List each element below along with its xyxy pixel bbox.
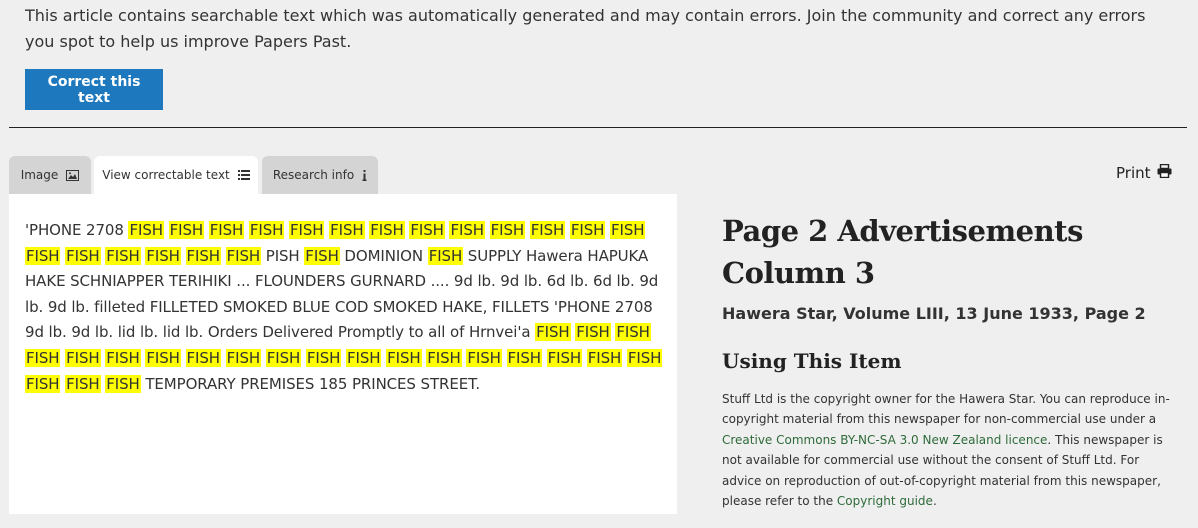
highlighted-term: FISH	[168, 221, 205, 239]
highlighted-term: FISH	[105, 348, 141, 367]
highlighted-term: FISH	[225, 348, 262, 367]
article-text-run: DOMINION	[339, 246, 428, 265]
article-text-run	[502, 349, 507, 367]
highlighted-term: FISH	[145, 348, 181, 367]
article-text-run	[164, 221, 169, 239]
highlighted-term: FISH	[304, 246, 340, 265]
highlighted-term: FISH	[329, 221, 365, 239]
highlighted-term: FISH	[65, 246, 101, 265]
article-text-run	[181, 247, 186, 265]
info-icon	[362, 169, 367, 181]
tab-image[interactable]: Image	[9, 156, 91, 194]
article-text-run	[221, 349, 226, 367]
highlighted-term: FISH	[575, 323, 611, 342]
highlighted-term: FISH	[25, 246, 61, 265]
highlighted-term: FISH	[65, 374, 101, 393]
highlighted-term: FISH	[208, 221, 245, 239]
highlighted-term: FISH	[626, 348, 663, 367]
correct-text-button[interactable]: Correct this text	[25, 69, 163, 110]
article-text-run: 'PHONE 2708	[25, 221, 129, 239]
highlighted-term: FISH	[145, 246, 181, 265]
highlighted-term: FISH	[225, 246, 262, 265]
list-icon	[237, 170, 250, 180]
article-text-run	[485, 221, 490, 239]
highlighted-term: FISH	[386, 348, 422, 367]
printer-icon	[1157, 163, 1172, 182]
ocr-notice: This article contains searchable text wh…	[25, 6, 1146, 51]
article-text: 'PHONE 2708 FISH FISH FISH FISH FISH FIS…	[25, 218, 670, 397]
highlighted-term: FISH	[369, 221, 405, 239]
print-label: Print	[1116, 164, 1151, 182]
divider	[9, 127, 1187, 128]
tab-research-info[interactable]: Research info	[262, 156, 378, 194]
article-text-run	[542, 349, 547, 367]
highlighted-term: FISH	[65, 348, 101, 367]
using-this-item-heading: Using This Item	[722, 349, 902, 373]
rights-statement: Stuff Ltd is the copyright owner for the…	[722, 389, 1182, 511]
copyright-guide-link[interactable]: Copyright guide	[837, 494, 933, 508]
rights-text: .	[932, 494, 937, 509]
tab-label: Image	[20, 168, 59, 182]
highlighted-term: FISH	[427, 246, 464, 265]
highlighted-term: FISH	[185, 246, 221, 265]
rights-text: Stuff Ltd is the copyright owner for the…	[722, 392, 1170, 427]
highlighted-term: FISH	[466, 348, 502, 367]
highlighted-term: FISH	[609, 221, 646, 239]
highlighted-term: FISH	[586, 348, 623, 367]
licence-link[interactable]: Creative Commons BY-NC-SA 3.0 New Zealan…	[722, 433, 1047, 447]
highlighted-term: FISH	[105, 246, 141, 265]
highlighted-term: FISH	[305, 348, 342, 367]
highlighted-term: FISH	[25, 374, 61, 393]
highlighted-term: FISH	[546, 348, 583, 367]
tab-label: View correctable text	[102, 168, 230, 182]
article-text-run: PISH	[261, 246, 305, 265]
highlighted-term: FISH	[346, 348, 382, 367]
highlighted-term: FISH	[185, 348, 221, 367]
highlighted-term: FISH	[265, 348, 302, 367]
highlighted-term: FISH	[128, 221, 164, 239]
highlighted-term: FISH	[529, 221, 566, 239]
article-text-run	[221, 247, 226, 265]
tab-correctable-text[interactable]: View correctable text	[94, 156, 258, 194]
correctable-text-panel: 'PHONE 2708 FISH FISH FISH FISH FISH FIS…	[9, 194, 677, 514]
highlighted-term: FISH	[569, 221, 606, 239]
highlighted-term: FISH	[288, 221, 325, 239]
tab-label: Research info	[272, 168, 355, 182]
highlighted-term: FISH	[25, 348, 61, 367]
highlighted-term: FISH	[489, 221, 526, 239]
highlighted-term: FISH	[506, 348, 542, 367]
highlighted-term: FISH	[105, 374, 141, 393]
article-text-run: TEMPORARY PREMISES 185 PRINCES STREET.	[140, 374, 481, 393]
item-info: Page 2 Advertisements Column 3 Hawera St…	[722, 210, 1182, 511]
highlighted-term: FISH	[535, 323, 571, 342]
image-icon	[66, 169, 80, 181]
highlighted-term: FISH	[248, 221, 285, 239]
highlighted-term: FISH	[615, 323, 651, 342]
print-button[interactable]: Print	[1116, 163, 1172, 182]
highlighted-term: FISH	[426, 348, 462, 367]
highlighted-term: FISH	[449, 221, 485, 239]
article-text-run	[181, 349, 186, 367]
publication-line: Hawera Star, Volume LIII, 13 June 1933, …	[722, 304, 1146, 323]
page-title: Page 2 Advertisements Column 3	[722, 214, 1083, 290]
highlighted-term: FISH	[409, 221, 445, 239]
